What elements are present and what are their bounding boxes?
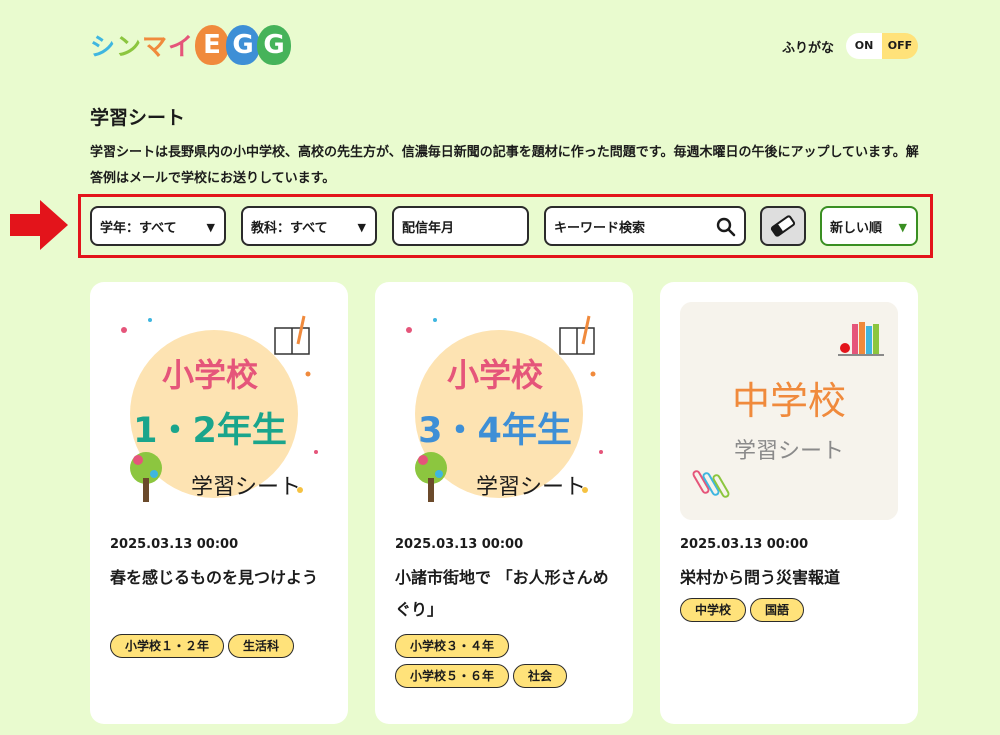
card-date: 2025.03.13 00:00 [395,537,524,552]
toggle-off-button[interactable]: OFF [882,33,918,59]
logo-letter: G [226,25,261,65]
card-tags: 小学校１・２年 生活科 [110,634,335,658]
date-select-value: 配信年月 [402,220,455,236]
card-thumbnail: 小学校 3・4年生 学習シート [395,302,613,520]
eraser-icon [770,215,796,237]
card-tags: 中学校 国語 [680,598,905,622]
tag-badge[interactable]: 国語 [750,598,805,622]
toggle-on-button[interactable]: ON [846,33,882,59]
logo-letter: G [257,25,292,65]
tag-badge[interactable]: 生活科 [228,634,295,658]
keyword-search-input[interactable]: キーワード検索 [544,206,746,246]
logo-char: シ [90,32,117,61]
card-thumbnail: 小学校 1・2年生 学習シート [110,302,328,520]
card-date: 2025.03.13 00:00 [680,537,809,552]
sheet-card[interactable]: 小学校 1・2年生 学習シート 2025.03.13 00:00 春を感じるもの… [90,282,348,724]
subject-select-value: 教科：すべて [251,220,328,236]
tag-badge[interactable]: 小学校１・２年 [110,634,225,658]
svg-text:学習シート: 学習シート [191,475,301,500]
caret-down-icon: ▼ [898,221,907,234]
svg-text:1・2年生: 1・2年生 [133,411,287,451]
red-arrow-icon [10,200,68,250]
svg-text:中学校: 中学校 [732,379,846,423]
svg-text:3・4年生: 3・4年生 [418,411,572,451]
tag-badge[interactable]: 小学校３・４年 [395,634,510,658]
logo-letter: E [195,25,230,65]
card-thumbnail: 中学校 学習シート [680,302,898,520]
svg-text:小学校: 小学校 [162,356,258,394]
svg-text:小学校: 小学校 [447,356,543,394]
logo-kana: シ ン マ イ [90,27,194,63]
card-tags: 小学校３・４年 小学校５・６年 社会 [395,634,620,688]
svg-text:学習シート: 学習シート [734,439,844,464]
thumbnail-illustration: 中学校 学習シート [680,302,898,520]
tag-badge[interactable]: 小学校５・６年 [395,664,510,688]
caret-down-icon: ▼ [206,221,215,234]
furigana-toggle[interactable]: ON OFF [846,33,918,59]
clear-filters-button[interactable] [760,206,806,246]
thumbnail-illustration: 小学校 3・4年生 学習シート [395,302,613,520]
subject-select[interactable]: 教科：すべて ▼ [241,206,377,246]
site-logo[interactable]: シ ン マ イ E G G [90,22,292,68]
logo-char: イ [168,32,195,61]
card-title[interactable]: 春を感じるものを見つけよう [110,562,330,594]
card-date: 2025.03.13 00:00 [110,537,239,552]
logo-char: マ [142,32,169,61]
sort-select-value: 新しい順 [830,220,883,236]
furigana-label: ふりがな [781,40,834,56]
date-select[interactable]: 配信年月 [392,206,529,246]
tag-badge[interactable]: 社会 [513,664,568,688]
sheet-card[interactable]: 小学校 3・4年生 学習シート 2025.03.13 00:00 小諸市街地で … [375,282,633,724]
page-description: 学習シートは長野県内の小中学校、高校の先生方が、信濃毎日新聞の記事を題材に作った… [90,145,919,186]
keyword-placeholder: キーワード検索 [554,220,646,236]
thumbnail-illustration: 小学校 1・2年生 学習シート [110,302,328,520]
grade-select[interactable]: 学年：すべて ▼ [90,206,226,246]
grade-select-value: 学年：すべて [100,220,177,236]
page-title: 学習シート [90,107,186,129]
search-icon[interactable] [716,217,736,237]
tag-badge[interactable]: 中学校 [680,598,747,622]
sort-select[interactable]: 新しい順 ▼ [820,206,918,246]
logo-char: ン [116,32,143,61]
furigana-switch: ふりがな ON OFF [782,33,918,59]
logo-egg: E G G [195,25,292,65]
svg-text:学習シート: 学習シート [476,475,586,500]
card-title[interactable]: 栄村から問う災害報道 [680,562,900,594]
caret-down-icon: ▼ [357,221,366,234]
filter-bar: 学年：すべて ▼ 教科：すべて ▼ 配信年月 キーワード検索 新しい順 ▼ [90,206,920,246]
card-title[interactable]: 小諸市街地で 「お人形さんめぐり」 [395,562,615,626]
sheet-card[interactable]: 中学校 学習シート 2025.03.13 00:00 栄村から問う災害報道 中学… [660,282,918,724]
